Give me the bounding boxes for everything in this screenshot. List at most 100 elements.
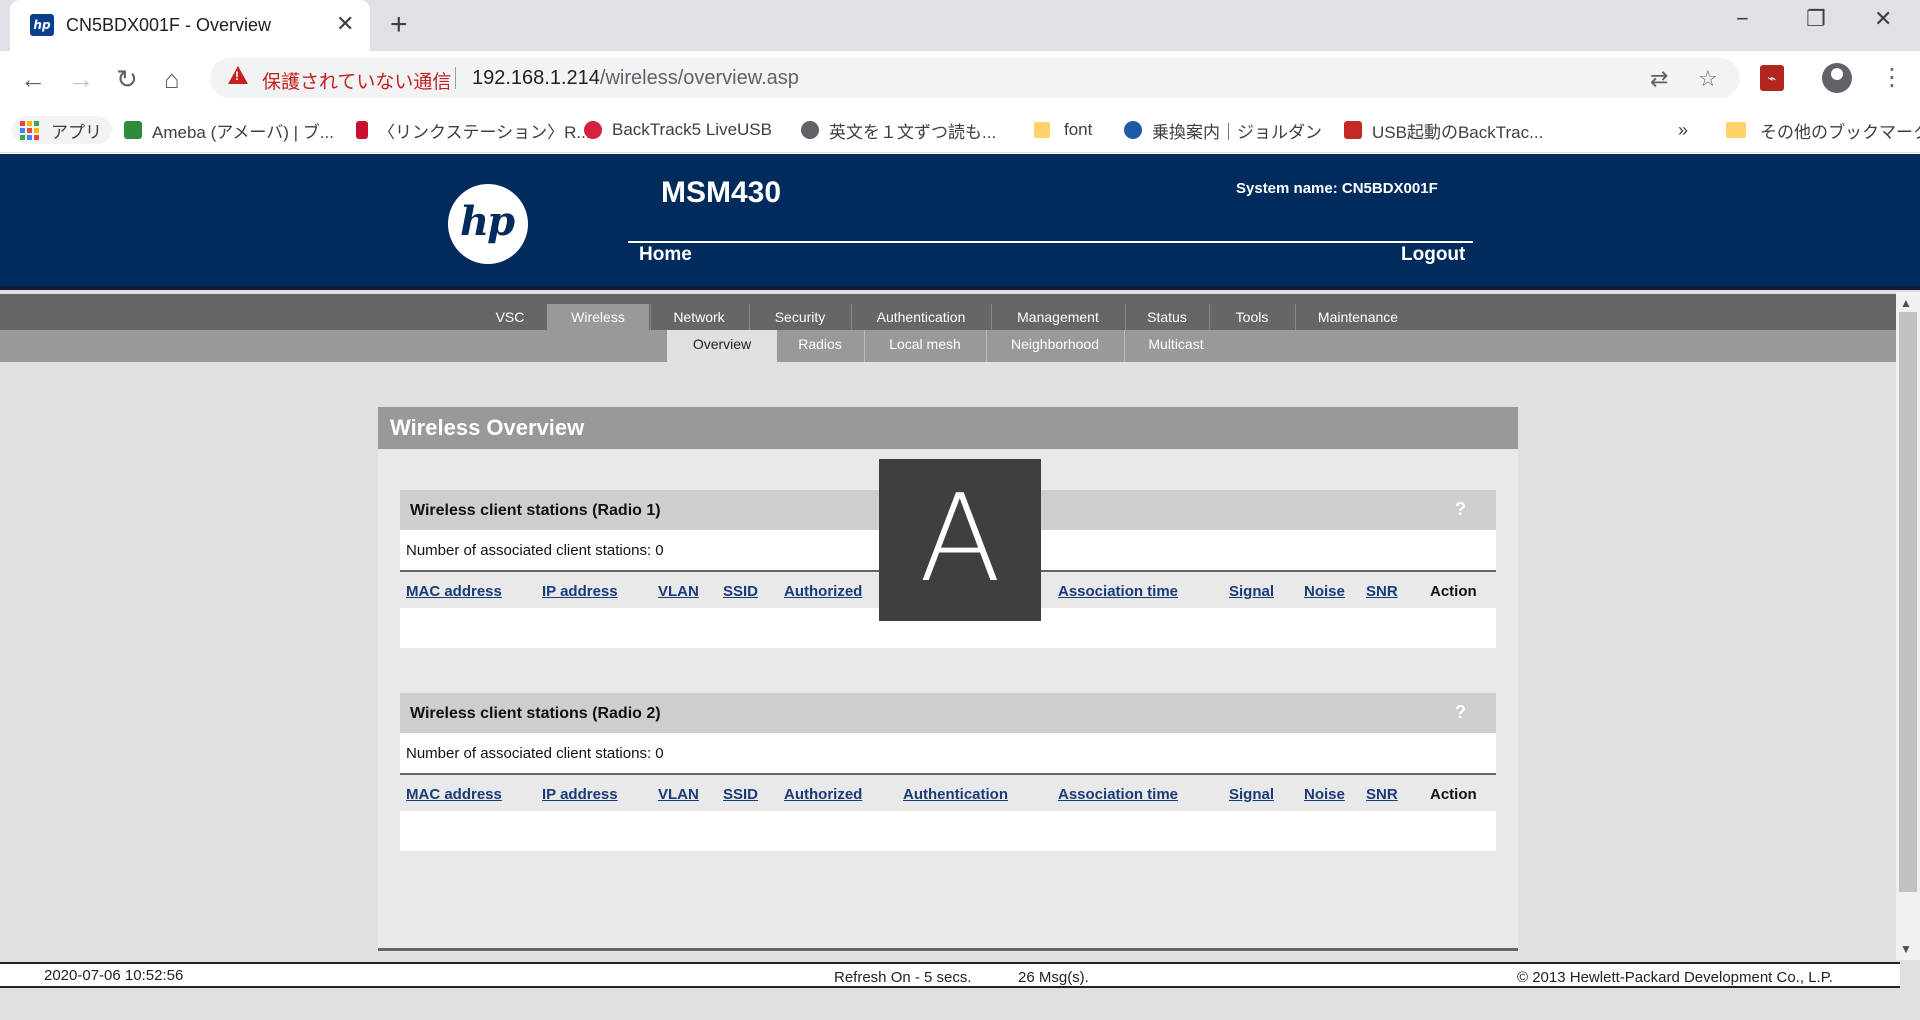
subtab-local-mesh[interactable]: Local mesh — [865, 330, 985, 362]
tab-management[interactable]: Management — [992, 304, 1124, 330]
header-banner: hp MSM430 System name: CN5BDX001F Home L… — [0, 154, 1920, 290]
tab-vsc[interactable]: VSC — [486, 304, 534, 330]
col-ssid[interactable]: SSID — [723, 786, 758, 803]
forward-arrow-icon[interactable]: → — [68, 64, 94, 95]
help-icon[interactable]: ? — [1455, 702, 1466, 723]
url-text[interactable]: 192.168.1.214/wireless/overview.asp — [472, 67, 799, 90]
security-warning[interactable]: 保護されていない通信 — [262, 67, 451, 94]
col-authorized[interactable]: Authorized — [784, 583, 862, 600]
bookmark-usb-backtrack[interactable]: USB起動のBackTrac... — [1344, 116, 1543, 144]
tab-close-icon[interactable]: ✕ — [336, 11, 354, 37]
apps-grid-icon — [20, 120, 39, 140]
col-noise[interactable]: Noise — [1304, 786, 1345, 803]
header-divider — [628, 241, 1473, 243]
col-action: Action — [1430, 786, 1477, 803]
hp-favicon-icon: hp — [30, 14, 54, 36]
back-arrow-icon[interactable]: ← — [20, 64, 46, 95]
new-tab-button[interactable]: + — [390, 8, 408, 42]
bookmark-label: 〈リンクステーション〉R... — [378, 122, 591, 142]
col-noise[interactable]: Noise — [1304, 583, 1345, 600]
panel-bottom-rule — [378, 948, 1518, 951]
tab-maintenance[interactable]: Maintenance — [1296, 304, 1420, 330]
window-close-button[interactable]: ✕ — [1874, 6, 1892, 32]
tab-title: CN5BDX001F - Overview — [66, 15, 272, 35]
reload-icon[interactable]: ↻ — [116, 64, 138, 95]
tab-network[interactable]: Network — [651, 304, 747, 330]
col-ip-address[interactable]: IP address — [542, 786, 618, 803]
status-datetime: 2020-07-06 10:52:56 — [44, 967, 184, 984]
bookmark-linkstation[interactable]: 〈リンクステーション〉R... — [356, 116, 591, 144]
music-note-icon — [584, 121, 602, 139]
col-signal[interactable]: Signal — [1229, 583, 1274, 600]
bookmark-apps[interactable]: アプリ — [12, 116, 112, 144]
section-header: Wireless client stations (Radio 2) ? — [400, 693, 1496, 733]
col-snr[interactable]: SNR — [1366, 786, 1398, 803]
status-messages[interactable]: 26 Msg(s). — [1018, 969, 1089, 986]
window-minimize-button[interactable]: − — [1736, 6, 1749, 32]
bookmark-label: font — [1064, 120, 1093, 139]
pdf-extension-icon[interactable]: ⌁ — [1760, 65, 1784, 91]
col-mac-address[interactable]: MAC address — [406, 786, 502, 803]
client-count-text: Number of associated client stations: 0 — [406, 542, 664, 559]
subtab-multicast[interactable]: Multicast — [1125, 330, 1227, 362]
tab-status[interactable]: Status — [1126, 304, 1208, 330]
tab-security[interactable]: Security — [750, 304, 850, 330]
browser-tab[interactable]: hp CN5BDX001F - Overview ✕ — [10, 0, 370, 51]
scroll-thumb[interactable] — [1899, 312, 1917, 892]
col-authorized[interactable]: Authorized — [784, 786, 862, 803]
menu-kebab-icon[interactable]: ⋮ — [1880, 63, 1904, 92]
col-vlan[interactable]: VLAN — [658, 583, 699, 600]
status-bar: 2020-07-06 10:52:56 Refresh On - 5 secs.… — [0, 962, 1900, 988]
bookmark-label: 英文を１文ずつ読も... — [829, 122, 997, 142]
subtab-overview[interactable]: Overview — [667, 330, 777, 362]
subtab-neighborhood[interactable]: Neighborhood — [987, 330, 1123, 362]
col-ssid[interactable]: SSID — [723, 583, 758, 600]
bookmarks-overflow-button[interactable]: » — [1678, 116, 1688, 144]
sub-nav: Overview Radios Local mesh Neighborhood … — [0, 330, 1920, 362]
col-authentication[interactable]: Authentication — [903, 786, 1008, 803]
logout-link[interactable]: Logout — [1401, 244, 1465, 266]
help-icon[interactable]: ? — [1455, 499, 1466, 520]
folder-icon — [1726, 122, 1746, 138]
bookmark-jorudan[interactable]: 乗換案内｜ジョルダン — [1124, 116, 1322, 144]
translate-icon[interactable]: ⇄ — [1650, 66, 1668, 92]
col-action: Action — [1430, 583, 1477, 600]
bookmark-other[interactable]: その他のブックマーク — [1726, 116, 1920, 144]
usb-icon — [1344, 121, 1362, 139]
col-association-time[interactable]: Association time — [1058, 786, 1178, 803]
tab-wireless[interactable]: Wireless — [547, 304, 649, 330]
scroll-down-icon[interactable]: ▼ — [1900, 942, 1912, 956]
bookmark-font[interactable]: font — [1034, 116, 1092, 144]
table-header: MAC address IP address VLAN SSID Authori… — [400, 775, 1496, 811]
home-link[interactable]: Home — [639, 244, 692, 266]
address-bar[interactable]: 保護されていない通信 192.168.1.214/wireless/overvi… — [210, 58, 1740, 98]
col-signal[interactable]: Signal — [1229, 786, 1274, 803]
window-restore-button[interactable]: ❐ — [1806, 6, 1826, 32]
bookmark-star-icon[interactable]: ☆ — [1698, 66, 1718, 92]
table-body-empty — [400, 811, 1496, 851]
bookmark-ameba[interactable]: Ameba (アメーバ) | ブ... — [124, 116, 334, 144]
tab-tools[interactable]: Tools — [1210, 304, 1294, 330]
status-refresh[interactable]: Refresh On - 5 secs. — [834, 969, 972, 986]
globe-icon — [801, 121, 819, 139]
profile-avatar-icon[interactable] — [1822, 63, 1852, 93]
col-snr[interactable]: SNR — [1366, 583, 1398, 600]
scroll-up-icon[interactable]: ▲ — [1900, 296, 1912, 310]
folder-icon — [1034, 122, 1050, 138]
col-ip-address[interactable]: IP address — [542, 583, 618, 600]
page-scrollbar[interactable]: ▲ ▼ — [1896, 292, 1920, 960]
subtab-radios[interactable]: Radios — [777, 330, 863, 362]
col-vlan[interactable]: VLAN — [658, 786, 699, 803]
url-path: /wireless/overview.asp — [599, 67, 799, 89]
col-association-time[interactable]: Association time — [1058, 583, 1178, 600]
bookmark-backtrack[interactable]: BackTrack5 LiveUSB — [584, 116, 772, 144]
main-nav: VSC Wireless Network Security Authentica… — [0, 294, 1920, 330]
browser-toolbar: ← → ↻ ⌂ 保護されていない通信 192.168.1.214/wireles… — [0, 51, 1920, 106]
warning-icon — [228, 66, 248, 84]
home-icon[interactable]: ⌂ — [164, 64, 180, 95]
bookmark-label: USB起動のBackTrac... — [1372, 122, 1544, 142]
bookmark-eibun[interactable]: 英文を１文ずつ読も... — [801, 116, 996, 144]
col-mac-address[interactable]: MAC address — [406, 583, 502, 600]
tab-authentication[interactable]: Authentication — [852, 304, 990, 330]
bookmark-label: その他のブックマーク — [1760, 122, 1920, 142]
